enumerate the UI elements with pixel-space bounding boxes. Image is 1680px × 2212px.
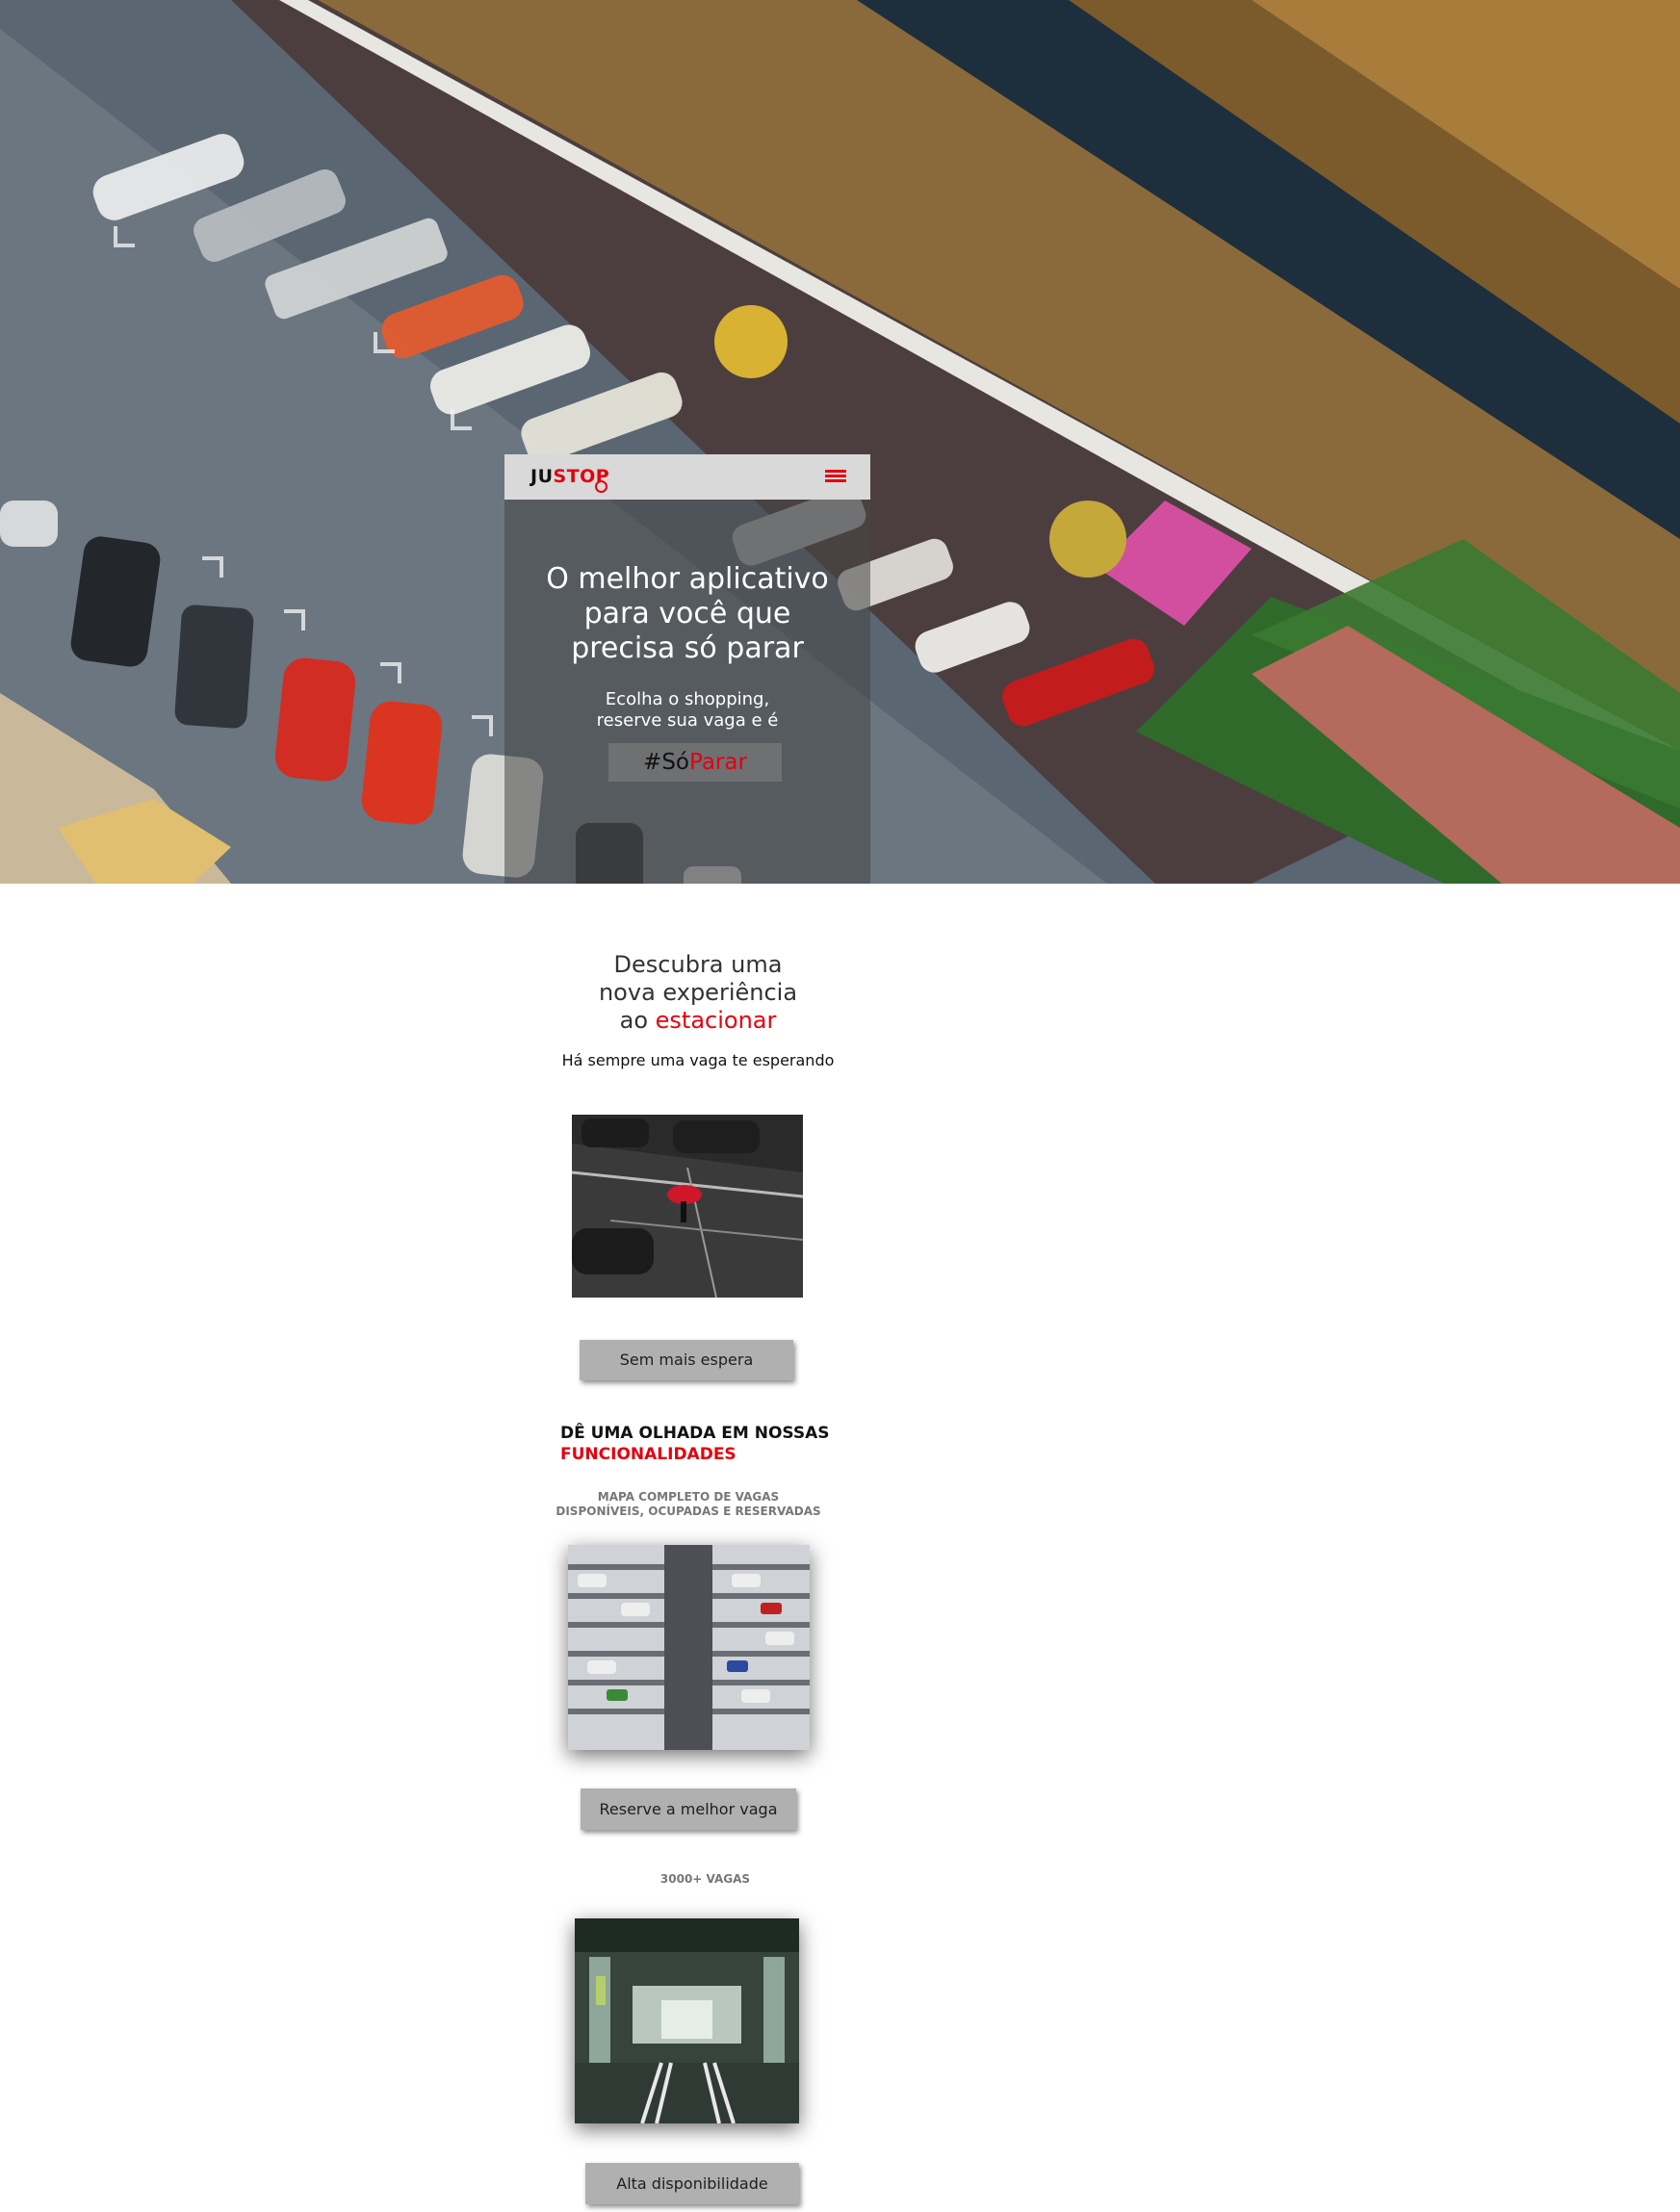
hero-title: O melhor aplicativo para você que precis…: [504, 562, 870, 666]
hero-subtitle-line: reserve sua vaga e é: [596, 710, 779, 731]
map-caption: MAPA COMPLETO DE VAGAS DISPONÍVEIS, OCUP…: [539, 1490, 838, 1519]
hero-section: JUSTOP O melhor aplicativo para você que…: [0, 0, 1680, 884]
hashtag-badge: #SóParar: [608, 743, 782, 782]
garage-interior-photo: [575, 1918, 799, 2123]
discover-line: Descubra uma: [613, 951, 783, 978]
parking-tower-photo: [568, 1545, 810, 1750]
umbrella-parking-photo: [572, 1115, 803, 1298]
map-caption-line: DISPONÍVEIS, OCUPADAS E RESERVADAS: [556, 1505, 821, 1518]
spots-caption: 3000+ VAGAS: [659, 1872, 751, 1886]
reserve-button[interactable]: Reserve a melhor vaga: [581, 1788, 796, 1830]
map-caption-line: MAPA COMPLETO DE VAGAS: [597, 1490, 780, 1504]
discover-line: ao estacionar: [539, 1007, 857, 1035]
logo-mark-icon: [595, 480, 607, 493]
hero-panel: JUSTOP O melhor aplicativo para você que…: [504, 454, 870, 884]
logo-ju: JU: [530, 466, 554, 487]
hashtag-highlight: Parar: [689, 750, 747, 775]
features-title: DÊ UMA OLHADA EM NOSSAS FUNCIONALIDADES: [560, 1423, 878, 1465]
app-header: JUSTOP: [504, 454, 870, 500]
hero-title-line: para você que: [583, 597, 791, 630]
menu-icon[interactable]: [825, 470, 848, 485]
hero-subtitle-line: Ecolha o shopping,: [605, 689, 770, 709]
discover-highlight: estacionar: [655, 1007, 777, 1034]
features-title-line: DÊ UMA OLHADA EM NOSSAS: [560, 1424, 830, 1443]
discover-prefix: ao: [619, 1007, 656, 1034]
availability-button[interactable]: Alta disponibilidade: [585, 2163, 799, 2204]
discover-subtitle: Há sempre uma vaga te esperando: [561, 1051, 835, 1069]
hashtag-prefix: #Só: [643, 750, 689, 775]
features-title-highlight: FUNCIONALIDADES: [560, 1445, 737, 1464]
discover-line: nova experiência: [598, 979, 798, 1006]
hero-title-line: precisa só parar: [571, 631, 804, 665]
no-wait-button[interactable]: Sem mais espera: [580, 1340, 793, 1380]
discover-heading: Descubra uma nova experiência ao estacio…: [539, 951, 857, 1035]
hero-title-line: O melhor aplicativo: [546, 562, 829, 596]
hero-subtitle: Ecolha o shopping, reserve sua vaga e é: [504, 689, 870, 732]
